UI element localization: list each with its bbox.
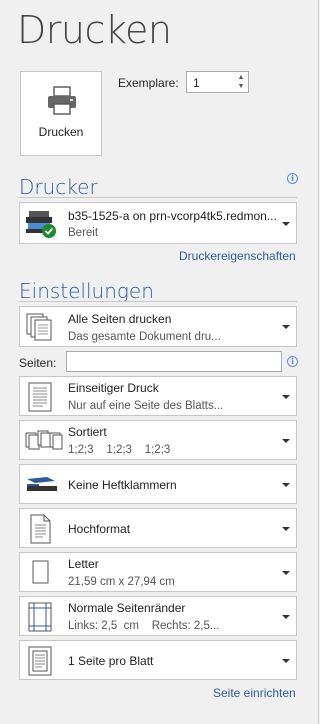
print-backstage-panel: Drucken Drucken Exemplare: 1 ▲ ▼ Drucker… [0, 0, 319, 724]
chevron-down-icon [282, 395, 290, 399]
print-button[interactable]: Drucken [20, 71, 102, 156]
chevron-down-icon [282, 439, 290, 443]
spin-down-icon[interactable]: ▼ [236, 82, 246, 91]
spin-up-icon[interactable]: ▲ [236, 73, 246, 82]
settings-section-title: Einstellungen [19, 279, 154, 303]
paper-size-icon [32, 560, 49, 584]
chevron-down-icon [282, 615, 290, 619]
duplex-subtitle: Nur auf eine Seite des Blatts... [68, 400, 224, 412]
portrait-page-icon [30, 514, 51, 544]
orientation-title: Hochformat [68, 522, 131, 536]
pages-label: Seiten: [19, 356, 57, 370]
divider [19, 197, 297, 198]
staple-dropdown[interactable]: Keine Heftklammern [19, 464, 297, 504]
print-range-dropdown[interactable]: Alle Seiten drucken Das gesamte Dokument… [19, 306, 297, 347]
margins-subtitle: Links: 2,5 cm Rechts: 2,5... [68, 620, 220, 632]
copies-label: Exemplare: [118, 76, 179, 90]
chevron-down-icon [282, 483, 290, 487]
duplex-title: Einseitiger Druck [68, 381, 159, 395]
collated-icon [25, 430, 63, 450]
paper-size-subtitle: 21,59 cm x 27,94 cm [68, 576, 175, 588]
margins-icon [28, 602, 52, 632]
printer-properties-link[interactable]: Druckereigenschaften [179, 249, 296, 263]
print-range-subtitle: Das gesamte Dokument dru... [68, 331, 221, 343]
paper-size-title: Letter [68, 557, 99, 571]
staple-title: Keine Heftklammern [68, 478, 177, 492]
chevron-down-icon [282, 325, 290, 329]
collation-title: Sortiert [68, 425, 107, 439]
chevron-down-icon [282, 571, 290, 575]
page-per-sheet-icon [28, 646, 52, 676]
margins-title: Normale Seitenränder [68, 601, 186, 615]
printer-name: b35-1525-a on prn-vcorp4tk5.redmon... [68, 209, 277, 223]
printer-icon [48, 86, 76, 115]
orientation-dropdown[interactable]: Hochformat [19, 508, 297, 548]
pages-per-sheet-dropdown[interactable]: 1 Seite pro Blatt [19, 640, 297, 680]
paper-size-dropdown[interactable]: Letter 21,59 cm x 27,94 cm [19, 552, 297, 592]
printer-section-title: Drucker [19, 175, 98, 199]
info-icon[interactable]: i [287, 356, 298, 367]
printer-dropdown[interactable]: b35-1525-a on prn-vcorp4tk5.redmon... Be… [19, 202, 297, 244]
single-sided-icon [28, 382, 52, 412]
duplex-dropdown[interactable]: Einseitiger Druck Nur auf eine Seite des… [19, 376, 297, 416]
print-range-title: Alle Seiten drucken [68, 312, 172, 326]
printer-ready-icon [26, 211, 56, 238]
collation-subtitle: 1;2;3 1;2;3 1;2;3 [68, 444, 171, 456]
pages-stack-icon [26, 313, 52, 341]
pages-per-sheet-title: 1 Seite pro Blatt [68, 654, 154, 668]
print-button-label: Drucken [38, 125, 84, 139]
collation-dropdown[interactable]: Sortiert 1;2;3 1;2;3 1;2;3 [19, 420, 297, 460]
printer-status: Bereit [68, 227, 99, 239]
info-icon[interactable]: i [287, 173, 298, 184]
chevron-down-icon [282, 659, 290, 663]
margins-dropdown[interactable]: Normale Seitenränder Links: 2,5 cm Recht… [19, 596, 297, 636]
stapler-icon [27, 477, 57, 491]
page-setup-link[interactable]: Seite einrichten [213, 686, 296, 700]
chevron-down-icon [282, 527, 290, 531]
divider [19, 301, 297, 302]
copies-value: 1 [193, 76, 200, 90]
pages-input[interactable] [66, 351, 282, 372]
copies-stepper[interactable]: 1 ▲ ▼ [186, 71, 249, 93]
page-title: Drucken [17, 8, 172, 52]
chevron-down-icon [282, 222, 290, 226]
